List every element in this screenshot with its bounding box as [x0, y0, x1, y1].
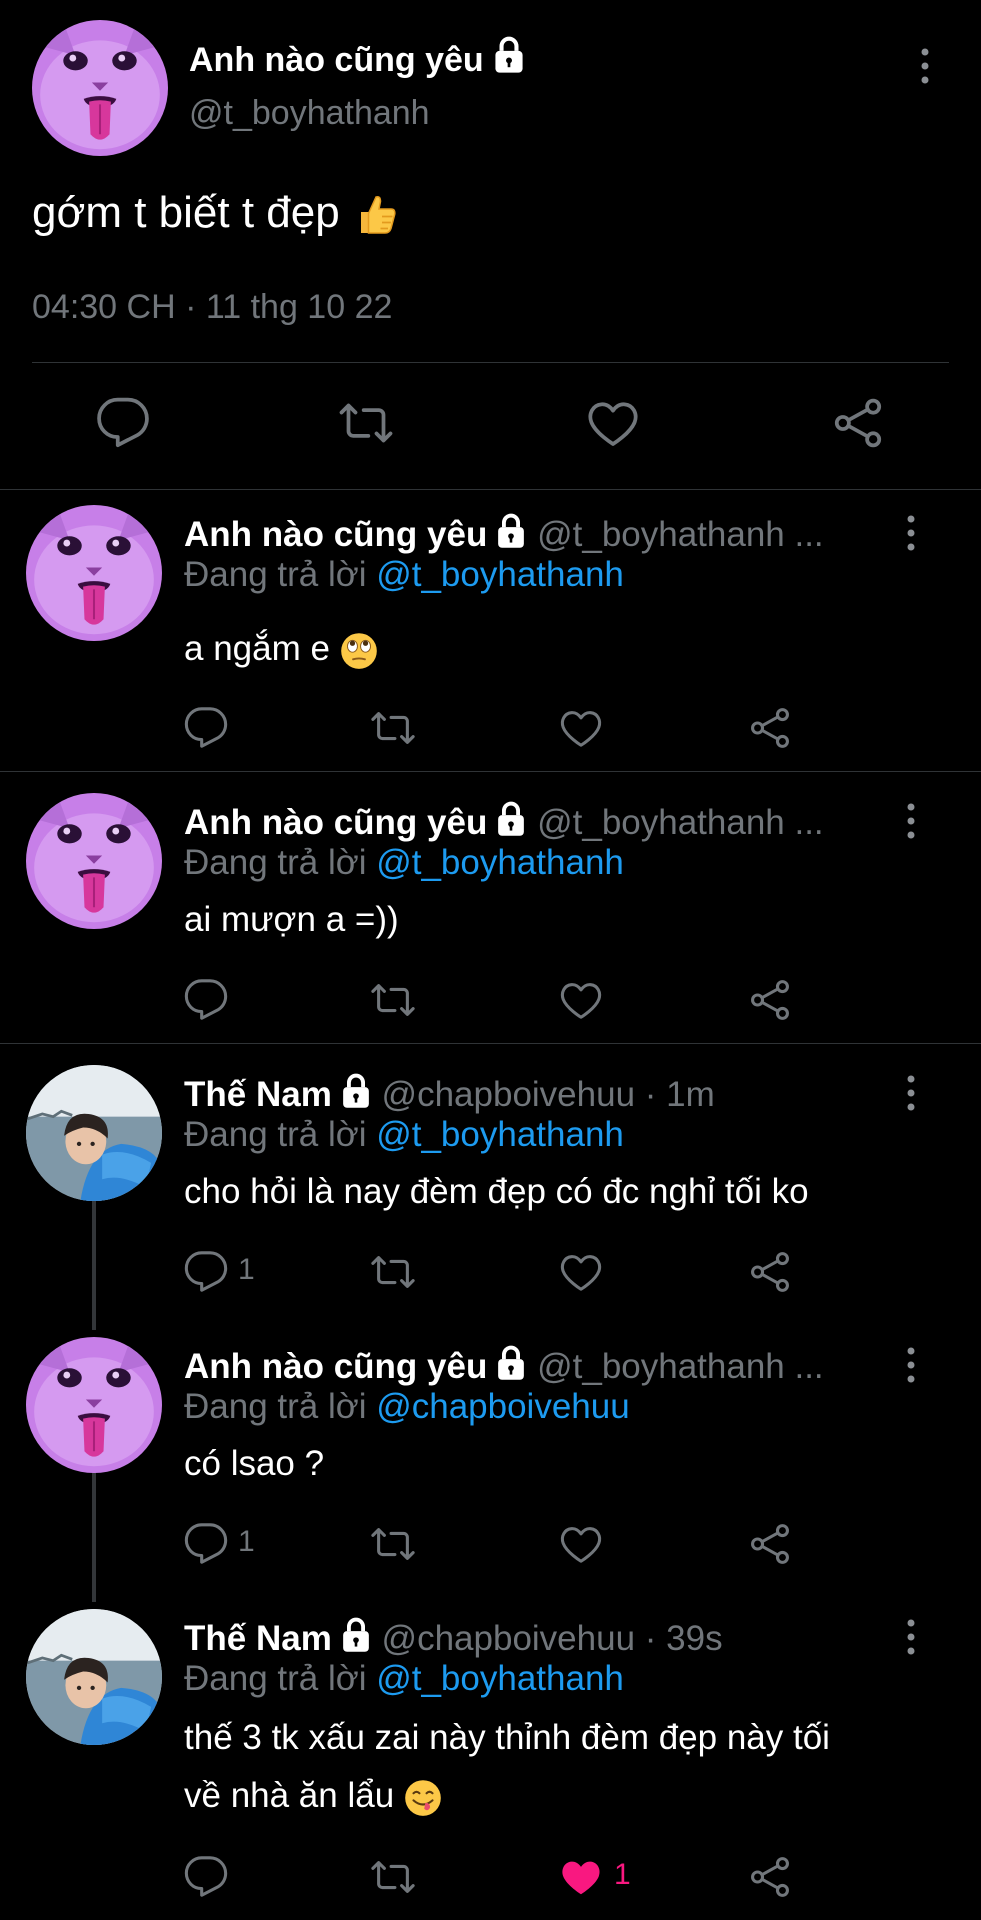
display-name[interactable]: Anh nào cũng yêu @t_boyhathanh ...	[184, 1345, 824, 1387]
display-name[interactable]: Thế Nam @chapboivehuu · 1m	[184, 1073, 715, 1115]
share-icon[interactable]	[747, 1854, 793, 1900]
display-name[interactable]: Thế Nam @chapboivehuu · 39s	[184, 1617, 723, 1659]
tweet-text-line: về nhà ăn lẩu	[184, 1767, 830, 1825]
tweet-text: gớm t biết t đẹp	[32, 188, 400, 239]
reply-icon[interactable]	[183, 1249, 229, 1295]
user-handle[interactable]: @chapboivehuu · 1m	[382, 1075, 715, 1114]
share-icon[interactable]	[747, 1521, 793, 1567]
main-tweet: Anh nào cũng yêu @t_boyhathanh gớm t biế…	[0, 0, 981, 490]
tweet-text: a ngắm e	[184, 620, 378, 678]
user-handle[interactable]: @chapboivehuu · 39s	[382, 1619, 723, 1658]
avatar[interactable]	[26, 793, 162, 929]
replying-to: Đang trả lời @chapboivehuu	[184, 1387, 630, 1426]
more-options-icon[interactable]	[896, 1073, 926, 1113]
avatar[interactable]	[26, 1609, 162, 1745]
retweet-icon[interactable]	[370, 1521, 416, 1567]
share-icon[interactable]	[747, 705, 793, 751]
like-icon[interactable]	[558, 705, 604, 751]
lock-icon	[340, 1617, 372, 1653]
like-icon[interactable]	[558, 977, 604, 1023]
tweet-text: ai mượn a =))	[184, 900, 399, 939]
more-options-icon[interactable]	[896, 801, 926, 841]
divider	[0, 489, 981, 490]
display-name[interactable]: Anh nào cũng yêu @t_boyhathanh ...	[184, 801, 824, 843]
tweet-actions: 1	[0, 1521, 981, 1571]
user-handle[interactable]: @t_boyhathanh ...	[537, 1347, 824, 1386]
reply-icon[interactable]	[183, 977, 229, 1023]
retweet-icon[interactable]	[338, 395, 394, 451]
divider	[32, 362, 949, 363]
display-name[interactable]: Anh nào cũng yêu @t_boyhathanh ...	[184, 513, 824, 555]
avatar[interactable]	[26, 505, 162, 641]
mention-link[interactable]: @chapboivehuu	[376, 1387, 630, 1426]
replying-to: Đang trả lời @t_boyhathanh	[184, 555, 624, 594]
reply-icon[interactable]	[183, 1854, 229, 1900]
tweet-actions: 1	[0, 1249, 981, 1299]
like-icon[interactable]	[585, 395, 641, 451]
mention-link[interactable]: @t_boyhathanh	[376, 1659, 624, 1698]
lock-icon	[340, 1073, 372, 1109]
tweet-text: cho hỏi là nay đèm đẹp có đc nghỉ tối ko	[184, 1172, 809, 1211]
tweet-actions	[0, 395, 981, 455]
share-icon[interactable]	[747, 977, 793, 1023]
user-handle[interactable]: @t_boyhathanh ...	[537, 515, 824, 554]
divider	[0, 1043, 981, 1044]
reply-count: 1	[238, 1253, 255, 1286]
lock-icon	[492, 36, 526, 74]
tweet-actions	[0, 705, 981, 755]
like-count: 1	[614, 1858, 631, 1891]
tweet-text: thế 3 tk xấu zai này thỉnh đèm đẹp này t…	[184, 1709, 830, 1825]
reply-tweet[interactable]: Anh nào cũng yêu @t_boyhathanh ... Đang …	[0, 793, 981, 1043]
share-icon[interactable]	[830, 395, 886, 451]
avatar[interactable]	[26, 1337, 162, 1473]
retweet-icon[interactable]	[370, 1854, 416, 1900]
like-icon[interactable]	[558, 1521, 604, 1567]
user-handle[interactable]: @t_boyhathanh	[189, 94, 430, 133]
more-options-icon[interactable]	[896, 513, 926, 553]
replying-to: Đang trả lời @t_boyhathanh	[184, 1115, 624, 1154]
tweet-actions	[0, 977, 981, 1027]
replying-to: Đang trả lời @t_boyhathanh	[184, 1659, 624, 1698]
user-handle[interactable]: @t_boyhathanh ...	[537, 803, 824, 842]
retweet-icon[interactable]	[370, 977, 416, 1023]
retweet-icon[interactable]	[370, 1249, 416, 1295]
reply-count: 1	[238, 1525, 255, 1558]
mention-link[interactable]: @t_boyhathanh	[376, 555, 624, 594]
tweet-text: có lsao ?	[184, 1444, 325, 1483]
avatar[interactable]	[32, 20, 168, 156]
tweet-text-line: thế 3 tk xấu zai này thỉnh đèm đẹp này t…	[184, 1718, 830, 1757]
mention-link[interactable]: @t_boyhathanh	[376, 843, 624, 882]
reply-tweet[interactable]: Anh nào cũng yêu @t_boyhathanh ... Đang …	[0, 505, 981, 755]
more-options-icon[interactable]	[896, 1617, 926, 1657]
display-name[interactable]: Anh nào cũng yêu	[189, 36, 526, 80]
tweet-actions: 1	[0, 1854, 981, 1904]
reply-icon[interactable]	[183, 1521, 229, 1567]
reply-icon[interactable]	[95, 395, 151, 451]
reply-tweet[interactable]: Thế Nam @chapboivehuu · 1m Đang trả lời …	[0, 1065, 981, 1315]
thumbs-up-emoji-icon	[352, 191, 400, 239]
reply-tweet[interactable]: Anh nào cũng yêu @t_boyhathanh ... Đang …	[0, 1337, 981, 1587]
eye-roll-emoji-icon	[340, 632, 378, 670]
tweet-timestamp[interactable]: 04:30 CH · 11 thg 10 22	[32, 288, 392, 327]
yum-face-emoji-icon	[404, 1779, 442, 1817]
reply-icon[interactable]	[183, 705, 229, 751]
mention-link[interactable]: @t_boyhathanh	[376, 1115, 624, 1154]
lock-icon	[495, 801, 527, 837]
avatar[interactable]	[26, 1065, 162, 1201]
more-options-icon[interactable]	[910, 46, 940, 86]
divider	[0, 771, 981, 772]
lock-icon	[495, 513, 527, 549]
lock-icon	[495, 1345, 527, 1381]
retweet-icon[interactable]	[370, 705, 416, 751]
replying-to: Đang trả lời @t_boyhathanh	[184, 843, 624, 882]
liked-heart-icon[interactable]	[558, 1854, 604, 1900]
share-icon[interactable]	[747, 1249, 793, 1295]
like-icon[interactable]	[558, 1249, 604, 1295]
more-options-icon[interactable]	[896, 1345, 926, 1385]
reply-tweet[interactable]: Thế Nam @chapboivehuu · 39s Đang trả lời…	[0, 1609, 981, 1909]
